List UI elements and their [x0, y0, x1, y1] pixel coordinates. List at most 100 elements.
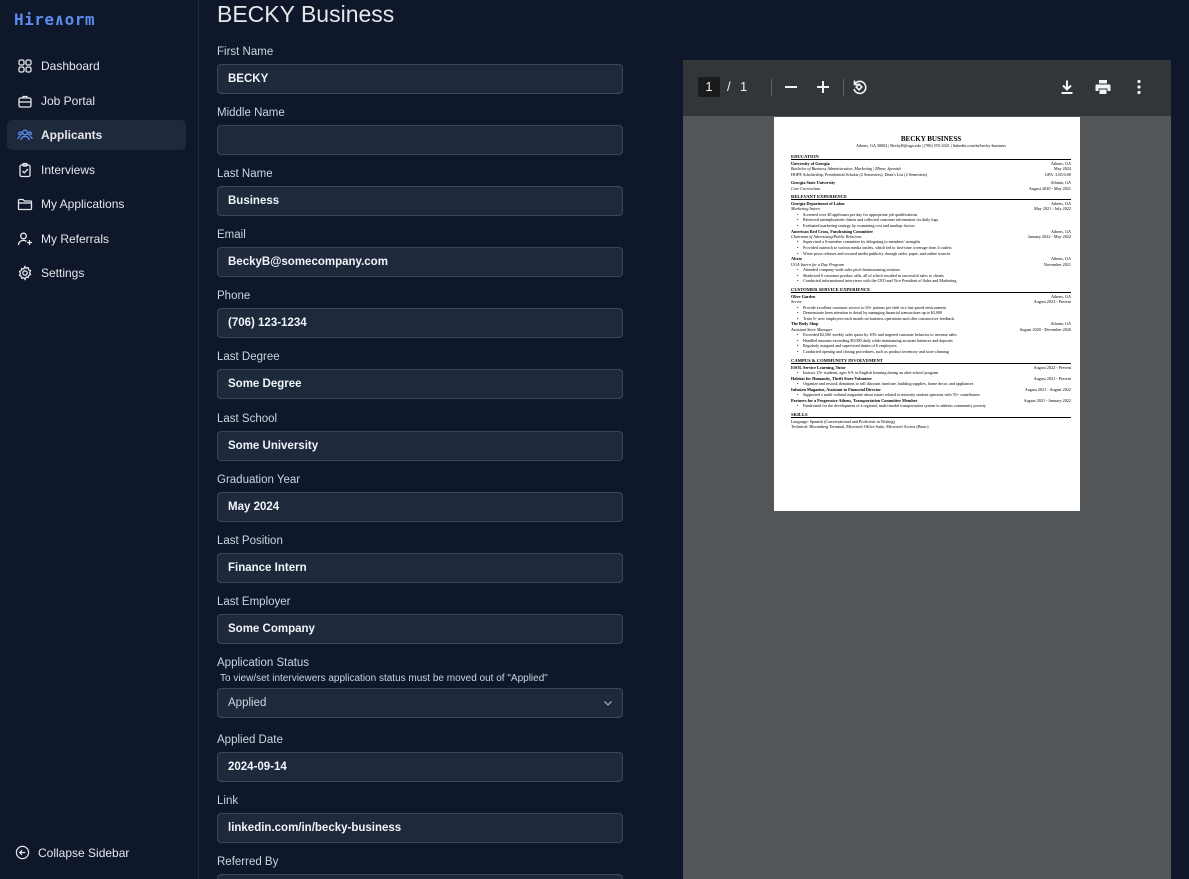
field-label: Link: [217, 795, 239, 807]
resume-section-title: EDUCATION: [791, 154, 1071, 160]
sidebar-item-label: Applicants: [41, 128, 103, 142]
field-label: Phone: [217, 290, 251, 302]
phone-input[interactable]: [217, 308, 623, 338]
sidebar-item-my-applications[interactable]: My Applications: [7, 189, 186, 219]
sidebar-item-label: Dashboard: [41, 59, 100, 73]
field-label: Last Employer: [217, 596, 291, 608]
collapse-sidebar-label: Collapse Sidebar: [38, 845, 130, 860]
sidebar-item-interviews[interactable]: Interviews: [7, 155, 186, 185]
arrow-left-circle-icon: [15, 845, 30, 860]
resume-bullet: Supported a multi-cultural magazine abou…: [791, 392, 1071, 398]
application-status-field: Application Status To view/set interview…: [217, 656, 623, 718]
zoom-in-button[interactable]: [813, 77, 833, 97]
resume-body: EDUCATION University of Georgia Athens, GA…: [791, 154, 1071, 429]
first-name-field: First Name: [217, 45, 623, 94]
resume-line-right: GPA: 3.65/4.00: [1044, 171, 1071, 177]
graduation-year-field: Graduation Year: [217, 473, 623, 522]
link-input[interactable]: [217, 813, 623, 843]
field-label: Last Degree: [217, 351, 280, 363]
field-label: Referred By: [217, 856, 279, 868]
field-label: Middle Name: [217, 107, 285, 119]
sidebar-item-label: My Referrals: [41, 231, 110, 246]
print-button[interactable]: [1093, 77, 1113, 97]
pdf-toolbar: 1 / 1: [683, 60, 1171, 116]
sidebar-item-label: My Applications: [41, 197, 125, 211]
sidebar-item-dashboard[interactable]: Dashboard: [7, 51, 186, 81]
printer-icon: [1095, 80, 1111, 94]
page-total: 1: [740, 79, 748, 94]
resume-line: Technical: Bloomberg Terminal, Microsoft…: [791, 424, 1071, 429]
pdf-page: BECKY BUSINESS Athens, GA 30602 | BeckyB…: [774, 117, 1080, 511]
chevron-down-icon: [604, 701, 612, 706]
resume-bullet: Wrote press releases and secured media p…: [791, 251, 1071, 257]
application-status-select[interactable]: Applied: [217, 688, 623, 718]
applied-date-input[interactable]: [217, 752, 623, 782]
sidebar-item-label: Interviews: [41, 162, 96, 177]
middle-name-input[interactable]: [217, 125, 623, 155]
link-field: Link: [217, 794, 623, 843]
last-employer-field: Last Employer: [217, 595, 623, 644]
resume-contact: Athens, GA 30602 | BeckyB@uga.edu | (706…: [856, 143, 1006, 148]
first-name-input[interactable]: [217, 64, 623, 94]
toolbar-divider: [843, 79, 844, 96]
referred-by-field: Referred By: [217, 855, 623, 879]
clipboard-icon: [17, 162, 33, 178]
last-position-input[interactable]: [217, 553, 623, 583]
rotate-icon: [853, 80, 867, 95]
user-plus-icon: [17, 231, 33, 247]
last-degree-field: Last Degree: [217, 350, 623, 399]
resume-section-title: CAMPUS & COMMUNITY INVOLVEMENT: [791, 358, 1071, 364]
applied-date-field: Applied Date: [217, 733, 623, 782]
field-label: Last Name: [217, 168, 273, 180]
resume-bullet: Conducted informational interviews with …: [791, 278, 1071, 284]
field-label: First Name: [217, 46, 274, 58]
resume-line-right: August 2020 - May 2021: [1028, 185, 1071, 191]
resume-bullet: Evaluated marketing strategy by examinin…: [791, 223, 1071, 229]
resume-line-left: Core Curriculum: [791, 185, 820, 191]
pdf-viewer: 1 / 1 BECKY BUSINESS Athens, GA 30602 | …: [683, 60, 1171, 879]
download-button[interactable]: [1057, 77, 1077, 97]
page-title: BECKY Business: [217, 1, 395, 27]
last-name-field: Last Name: [217, 167, 623, 216]
collapse-sidebar-button[interactable]: Collapse Sidebar: [15, 845, 129, 860]
resume-section-title: RELEVANT EXPERIENCE: [791, 194, 1071, 201]
plus-icon: [817, 81, 829, 93]
more-vertical-icon: [1137, 79, 1141, 95]
rotate-button[interactable]: [849, 77, 869, 97]
toolbar-divider: [771, 79, 772, 96]
page-number-input[interactable]: 1: [698, 77, 720, 97]
sidebar-item-my-referrals[interactable]: My Referrals: [7, 224, 186, 254]
application-status-value: Applied: [228, 697, 267, 709]
page-separator: /: [727, 79, 731, 94]
briefcase-icon: [17, 93, 33, 109]
resume-bullet: Train 5+ new employees each month on bus…: [791, 316, 1071, 322]
field-label: Email: [217, 229, 246, 241]
download-icon: [1061, 80, 1073, 94]
sidebar-item-applicants[interactable]: Applicants: [7, 120, 186, 150]
sidebar-item-label: Settings: [41, 266, 85, 280]
field-label: Graduation Year: [217, 474, 301, 486]
resume-section-title: SKILLS: [791, 412, 1071, 418]
resume-line-left: HOPE Scholarship, Presidential Scholar (…: [791, 171, 928, 177]
referred-by-input[interactable]: [217, 874, 623, 879]
sidebar-item-job-portal[interactable]: Job Portal: [7, 86, 186, 116]
zoom-out-button[interactable]: [781, 77, 801, 97]
graduation-year-input[interactable]: [217, 492, 623, 522]
phone-field: Phone: [217, 289, 623, 338]
resume-line-left: Technical: Bloomberg Terminal, Microsoft…: [791, 424, 929, 429]
email-input[interactable]: [217, 247, 623, 277]
resume-bullet: Conducted opening and closing procedures…: [791, 349, 1071, 355]
sidebar-item-settings[interactable]: Settings: [7, 258, 186, 288]
last-degree-input[interactable]: [217, 369, 623, 399]
field-label: Applied Date: [217, 734, 283, 746]
last-name-input[interactable]: [217, 186, 623, 216]
resume-bullet: Fundraised for the development of a regi…: [791, 403, 1071, 409]
last-school-input[interactable]: [217, 431, 623, 461]
field-label: Last School: [217, 413, 278, 425]
more-options-button[interactable]: [1129, 77, 1149, 97]
sidebar-nav: Dashboard Job Portal Applicants Intervie…: [7, 51, 186, 293]
email-field: Email: [217, 228, 623, 277]
last-employer-input[interactable]: [217, 614, 623, 644]
grid-icon: [17, 58, 33, 74]
app-logo[interactable]: Hire∧orm: [14, 10, 95, 29]
